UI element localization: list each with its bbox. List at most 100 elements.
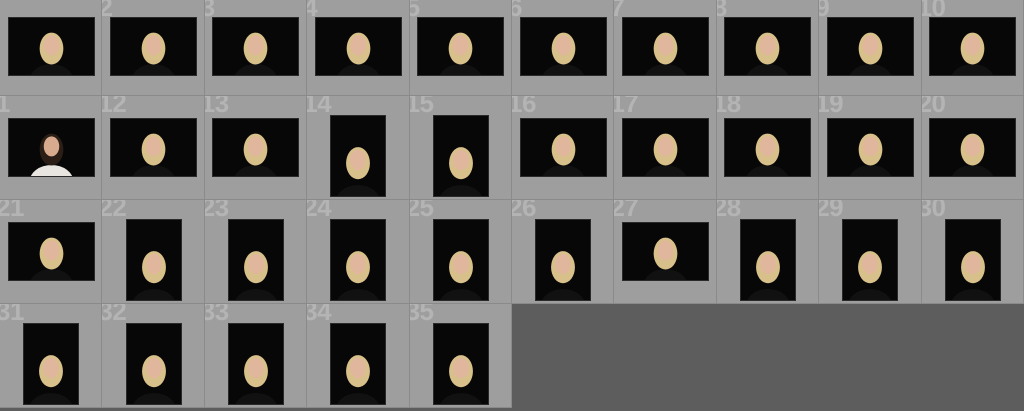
thumbnail-image[interactable] [945,220,1000,300]
thumbnail-cell[interactable]: 25 [409,200,512,304]
thumbnail-image[interactable] [8,119,94,176]
thumbnail-index: 12 [102,96,127,118]
thumbnail-cell[interactable]: 5 [409,0,512,96]
thumbnail-image[interactable] [8,18,94,75]
shoulders-shape [235,64,277,75]
thumbnail-image[interactable] [930,18,1016,75]
thumbnail-image[interactable] [8,223,94,280]
face-shape [248,253,264,275]
thumbnail-image[interactable] [433,116,488,196]
portrait-figure [235,355,277,404]
thumbnail-cell[interactable]: 10 [921,0,1024,96]
thumbnail-image[interactable] [126,220,181,300]
face-shape [555,35,571,56]
thumbnail-image[interactable] [213,119,299,176]
thumbnail-image[interactable] [930,119,1016,176]
shoulders-shape [132,64,175,75]
thumbnail-image[interactable] [111,18,197,75]
thumbnail-cell[interactable]: 7 [614,0,717,96]
thumbnail-cell[interactable]: 35 [409,304,512,408]
thumbnail-image[interactable] [126,324,181,404]
thumbnail-cell[interactable]: 3 [204,0,308,96]
thumbnail-cell[interactable]: 33 [204,304,308,408]
thumbnail-cell[interactable]: 4 [307,0,410,96]
face-shape [43,35,59,56]
shoulders-shape [132,288,175,300]
portrait-figure [132,32,175,75]
thumbnail-image[interactable] [228,324,283,404]
thumbnail-cell[interactable]: 30 [921,200,1024,304]
thumbnail-image[interactable] [433,324,488,404]
thumbnail-image[interactable] [623,223,709,280]
thumbnail-index: 7 [614,0,624,20]
thumbnail-image[interactable] [520,18,606,75]
thumbnail-index: 14 [307,96,332,118]
thumbnail-image[interactable] [536,220,591,300]
thumbnail-cell[interactable]: 17 [614,96,717,200]
thumbnail-cell[interactable]: 16 [512,96,615,200]
face-shape [145,136,162,157]
shoulders-shape [952,64,994,75]
thumbnail-cell[interactable]: 15 [409,96,512,200]
thumbnail-image[interactable] [827,119,913,176]
thumbnail-cell[interactable]: 23 [204,200,308,304]
thumbnail-image[interactable] [520,119,606,176]
thumbnail-image[interactable] [843,220,898,300]
thumbnail-image[interactable] [331,324,386,404]
thumbnail-image[interactable] [24,324,79,404]
thumbnail-index: 2 [102,0,112,20]
thumbnail-index: 34 [307,304,332,326]
thumbnail-image[interactable] [433,220,488,300]
thumbnail-image[interactable] [725,18,811,75]
thumbnail-cell[interactable] [0,0,103,96]
thumbnail-cell[interactable]: 32 [102,304,205,408]
thumbnail-image[interactable] [623,119,709,176]
thumbnail-cell[interactable]: 19 [819,96,922,200]
thumbnail-image[interactable] [228,220,283,300]
thumbnail-cell[interactable]: 31 [0,304,103,408]
thumbnail-cell[interactable]: 2 [102,0,205,96]
thumbnail-cell[interactable]: 14 [307,96,410,200]
thumbnail-cell[interactable]: 1 [0,96,103,200]
thumbnail-image[interactable] [740,220,795,300]
portrait-figure [440,251,482,300]
shoulders-shape [30,64,72,75]
thumbnail-image[interactable] [315,18,401,75]
thumbnail-cell[interactable]: 29 [819,200,922,304]
portrait-figure [644,133,687,176]
thumbnail-cell[interactable]: 27 [614,200,717,304]
thumbnail-cell[interactable]: 18 [716,96,820,200]
thumbnail-cell[interactable]: 21 [0,200,103,304]
thumbnail-cell[interactable]: 8 [716,0,820,96]
thumbnail-cell[interactable]: 26 [512,200,615,304]
thumbnail-cell[interactable]: 24 [307,200,410,304]
thumbnail-cell[interactable]: 22 [102,200,205,304]
face-shape [760,253,776,275]
portrait-figure [644,32,687,75]
thumbnail-index: 24 [307,200,332,222]
thumbnail-index: 8 [717,0,727,20]
thumbnail-cell[interactable]: 12 [102,96,205,200]
thumbnail-image[interactable] [623,18,709,75]
shoulders-shape [952,288,994,300]
thumbnail-index: 27 [614,200,639,222]
face-shape [452,357,469,379]
thumbnail-image[interactable] [213,18,299,75]
thumbnail-image[interactable] [725,119,811,176]
thumbnail-cell[interactable]: 34 [307,304,410,408]
thumbnail-image[interactable] [331,116,386,196]
thumbnail-cell[interactable]: 6 [512,0,615,96]
thumbnail-image[interactable] [418,18,504,75]
thumbnail-cell[interactable]: 9 [819,0,922,96]
shoulders-shape [440,288,482,300]
portrait-figure [440,355,482,404]
thumbnail-image[interactable] [331,220,386,300]
face-shape [248,136,264,157]
portrait-figure [337,251,380,300]
thumbnail-cell[interactable]: 20 [921,96,1024,200]
shoulders-shape [747,165,789,176]
thumbnail-image[interactable] [111,119,197,176]
thumbnail-cell[interactable]: 28 [716,200,820,304]
thumbnail-cell[interactable]: 13 [204,96,308,200]
thumbnail-image[interactable] [827,18,913,75]
